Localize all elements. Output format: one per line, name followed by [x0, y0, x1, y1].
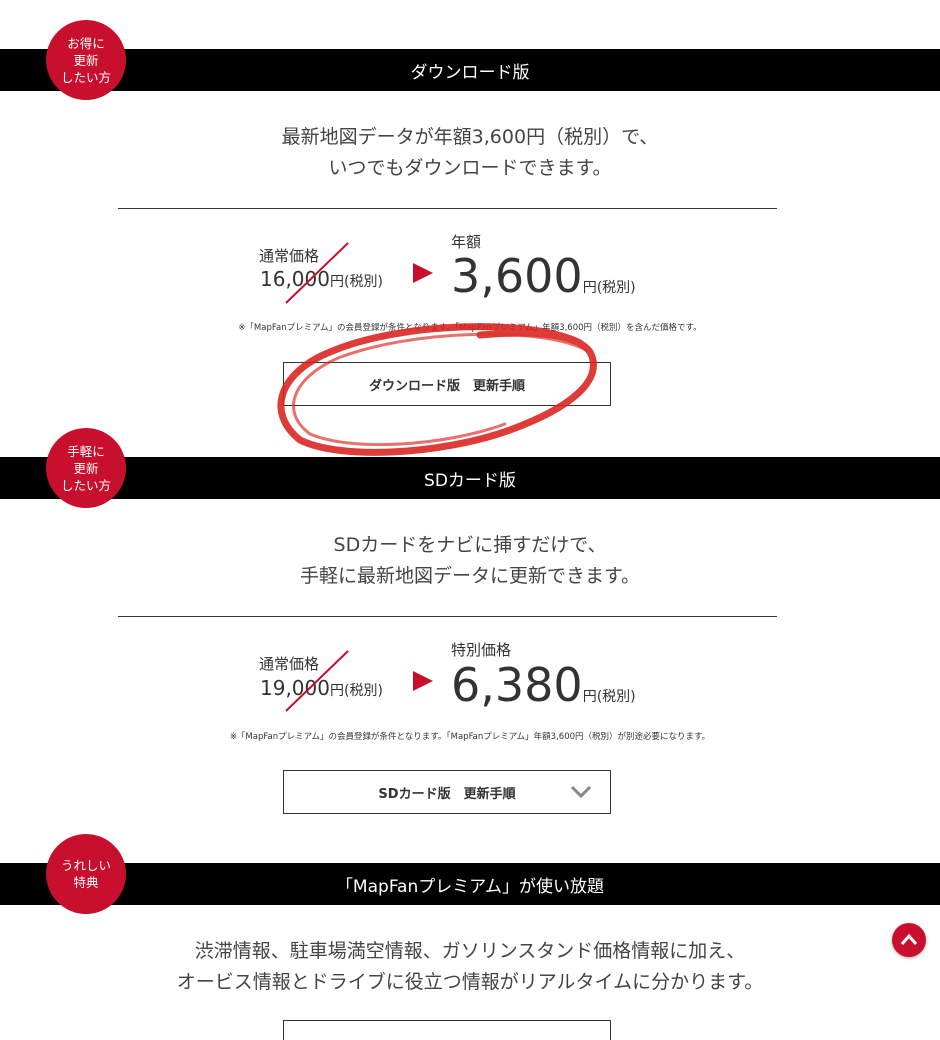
- section-header-premium: 「MapFanプレミアム」が使い放題: [0, 863, 940, 905]
- chevron-down-icon: [570, 785, 592, 799]
- strikethrough-line: [285, 650, 349, 712]
- chevron-up-icon: [900, 933, 918, 945]
- new-price: 3,600円(税別): [451, 249, 636, 303]
- badge-download: お得に 更新 したい方: [46, 20, 126, 100]
- premium-button-partial[interactable]: [283, 1020, 611, 1040]
- red-triangle-right-icon: [413, 671, 433, 691]
- sdcard-update-steps-button[interactable]: SDカード版 更新手順: [283, 770, 611, 814]
- back-to-top-button[interactable]: [892, 923, 926, 957]
- new-price: 6,380円(税別): [451, 658, 636, 712]
- sdcard-note: ※「MapFanプレミアム」の会員登録が条件となります。「MapFanプレミアム…: [229, 732, 711, 742]
- section-title: ダウンロード版: [410, 62, 530, 83]
- badge-premium: うれしい 特典: [46, 834, 126, 914]
- red-triangle-right-icon: [413, 263, 433, 283]
- section-header-sdcard: SDカード版: [0, 457, 940, 499]
- section-title: SDカード版: [424, 470, 516, 491]
- section-header-download: ダウンロード版: [0, 49, 940, 91]
- download-update-steps-button[interactable]: ダウンロード版 更新手順: [283, 362, 611, 406]
- sdcard-lead-text: SDカードをナビに挿すだけで、 手軽に最新地図データに更新できます。: [299, 534, 641, 587]
- section-title: 「MapFanプレミアム」が使い放題: [335, 876, 605, 897]
- badge-sdcard: 手軽に 更新 したい方: [46, 428, 126, 508]
- divider: [118, 208, 777, 209]
- download-note: ※「MapFanプレミアム」の会員登録が条件となります。「MapFanプレミアム…: [238, 323, 702, 333]
- strikethrough-line: [285, 242, 349, 304]
- download-lead-text: 最新地図データが年額3,600円（税別）で、 いつでもダウンロードできます。: [281, 126, 659, 179]
- premium-lead-text: 渋滞情報、駐車場満空情報、ガソリンスタンド価格情報に加え、 オービス情報とドライ…: [176, 940, 764, 993]
- divider: [118, 616, 777, 617]
- new-price-label: 特別価格: [451, 641, 512, 659]
